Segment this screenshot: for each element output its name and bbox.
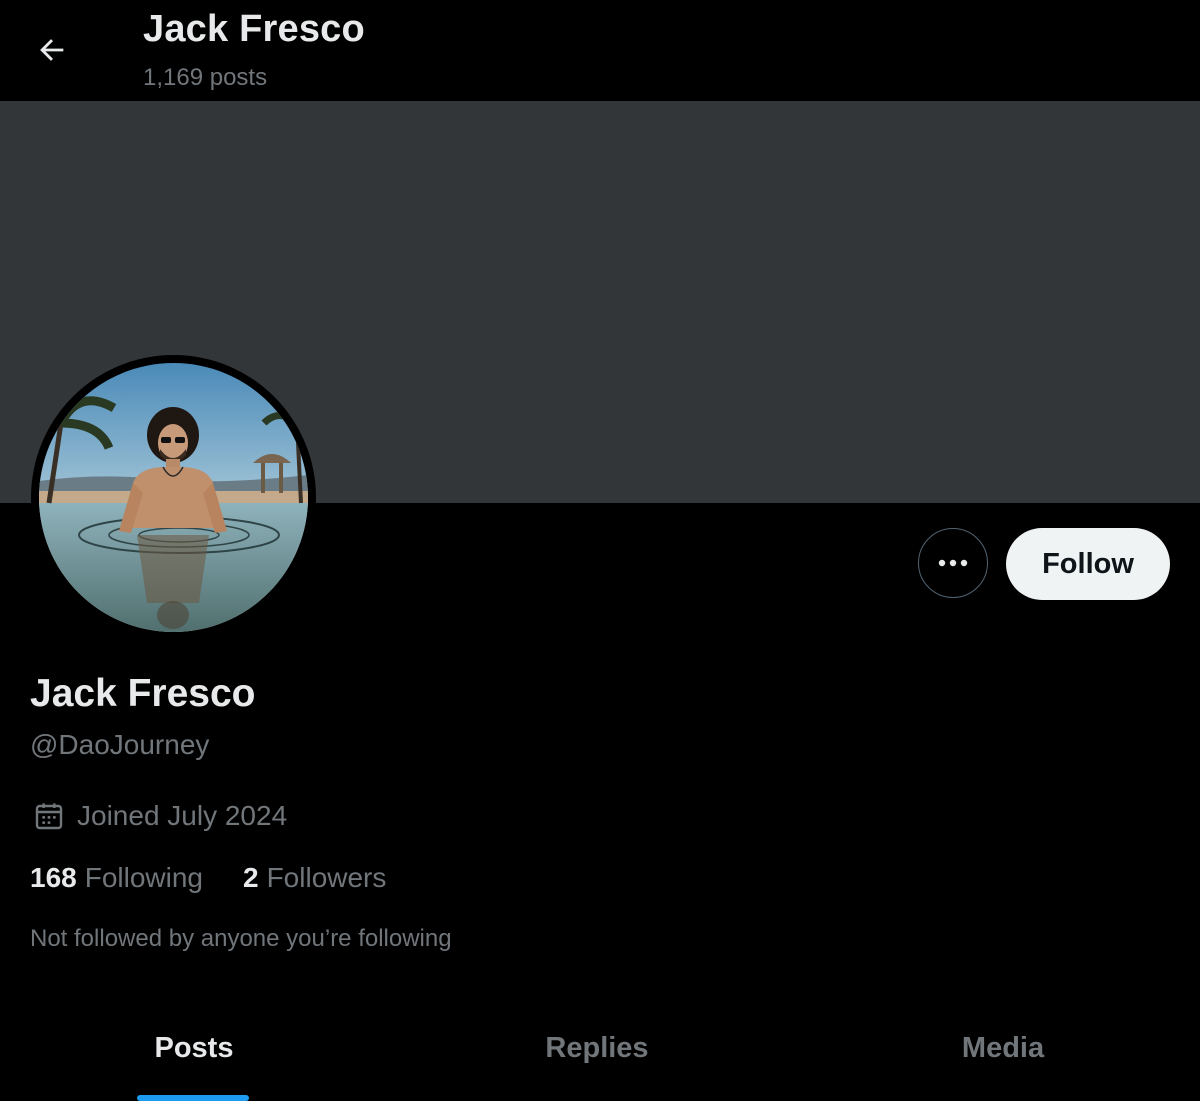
posts-count: 1,169 posts [143, 64, 268, 91]
avatar-image [39, 363, 308, 632]
profile-tabs: Posts Replies Media [0, 1000, 1200, 1101]
avatar[interactable] [31, 355, 316, 640]
following-link[interactable]: 168 Following [30, 862, 203, 894]
user-handle: @DaoJourney [30, 729, 210, 760]
joined-date: Joined July 2024 [33, 800, 287, 832]
following-count: 168 [30, 862, 77, 893]
display-name: Jack Fresco [30, 672, 256, 715]
joined-text: Joined July 2024 [77, 800, 288, 831]
followers-count: 2 [243, 862, 259, 893]
tab-replies[interactable]: Replies [400, 1000, 794, 1101]
tab-replies-label: Replies [545, 1032, 649, 1064]
active-tab-indicator [137, 1095, 249, 1101]
tab-media-label: Media [961, 1032, 1045, 1064]
back-button[interactable] [30, 28, 74, 72]
tab-posts-label: Posts [154, 1032, 234, 1064]
followers-link[interactable]: 2 Followers [243, 862, 386, 894]
tab-media[interactable]: Media [806, 1000, 1200, 1101]
tab-posts[interactable]: Posts [0, 1000, 388, 1101]
following-label: Following [84, 862, 203, 893]
more-horizontal-icon [938, 559, 968, 567]
mutual-followers-text: Not followed by anyone you’re following [30, 925, 452, 952]
header-title: Jack Fresco [143, 8, 365, 50]
followers-label: Followers [266, 862, 387, 893]
arrow-left-icon [40, 39, 64, 61]
calendar-icon [33, 800, 65, 832]
more-options-button[interactable] [918, 528, 988, 598]
follow-button[interactable]: Follow [1006, 528, 1170, 600]
profile-header: Jack Fresco 1,169 posts [0, 0, 1200, 101]
follow-stats: 168 Following 2 Followers [30, 862, 386, 894]
